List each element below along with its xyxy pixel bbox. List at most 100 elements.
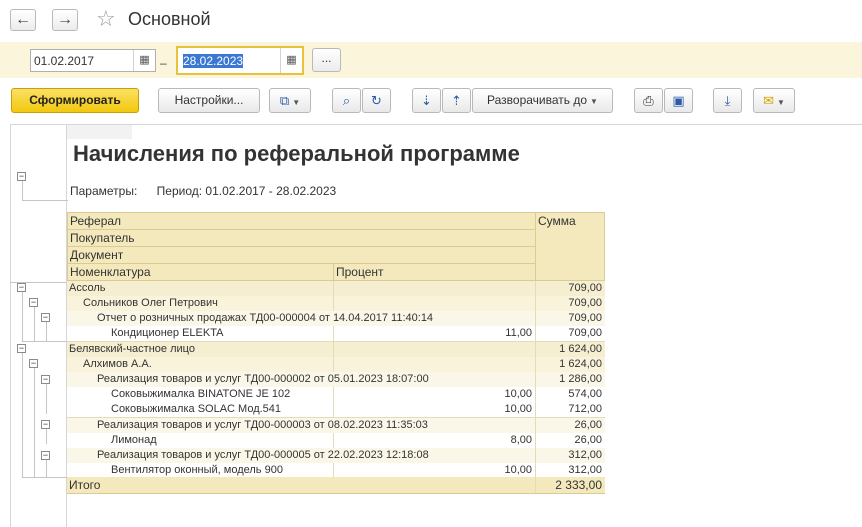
- find-next-icon: ↻: [371, 93, 382, 108]
- date-to-field[interactable]: 28.02.2023 ▦: [176, 46, 304, 75]
- collapse-groups-button[interactable]: ⇡: [442, 88, 471, 113]
- header-buyer: Покупатель: [67, 229, 536, 247]
- row-sum: 1 624,00: [535, 342, 605, 357]
- table-row[interactable]: Лимонад 8,00 26,00: [67, 433, 605, 449]
- header-percent: Процент: [333, 263, 536, 281]
- save-icon: ⤓: [724, 93, 731, 108]
- row-name: Сольников Олег Петрович: [83, 297, 218, 309]
- window-title: Основной: [128, 9, 211, 29]
- date-from-field[interactable]: 01.02.2017 ▦: [30, 49, 156, 72]
- table-row[interactable]: Соковыжималка SOLAC Мод.541 10,00 712,00: [67, 402, 605, 418]
- expand-to-label: Разворачивать до: [487, 93, 588, 107]
- table-row[interactable]: Кондиционер ELEKTA 11,00 709,00: [67, 326, 605, 342]
- row-sum: 1 286,00: [535, 372, 605, 387]
- table-row[interactable]: Соковыжималка BINATONE JE 102 10,00 574,00: [67, 387, 605, 403]
- expand-to-button[interactable]: Разворачивать до ▼: [472, 88, 613, 113]
- collapse-toggle-icon[interactable]: −: [41, 375, 50, 384]
- chevron-down-icon: ▼: [776, 98, 785, 107]
- row-sum: 709,00: [535, 296, 605, 311]
- tree-line: [34, 368, 35, 477]
- save-button[interactable]: ⤓: [713, 88, 742, 113]
- window-titlebar: ← → ☆ Основной: [0, 0, 862, 40]
- generate-button[interactable]: Сформировать: [11, 88, 139, 113]
- row-percent: 11,00: [333, 326, 535, 341]
- chevron-down-icon: ▼: [590, 97, 598, 106]
- calendar-icon[interactable]: ▦: [133, 50, 155, 71]
- mail-icon: ✉: [763, 93, 774, 108]
- print-preview-button[interactable]: ▣: [664, 88, 693, 113]
- row-name: Кондиционер ELEKTA: [111, 327, 224, 339]
- table-row[interactable]: Алхимов А.А. 1 624,00: [67, 357, 605, 373]
- row-name: Соковыжималка SOLAC Мод.541: [111, 403, 282, 415]
- table-row[interactable]: Сольников Олег Петрович 709,00: [67, 296, 605, 312]
- tree-line: [22, 341, 68, 342]
- params-value: Период: 01.02.2017 - 28.02.2023: [156, 184, 337, 198]
- row-name: Реализация товаров и услуг ТД00-000005 о…: [97, 449, 429, 461]
- period-separator: –: [160, 56, 167, 70]
- tree-line: [46, 322, 47, 341]
- find-next-button[interactable]: ↻: [362, 88, 391, 113]
- row-name: Лимонад: [111, 434, 157, 446]
- row-name: Ассоль: [69, 282, 106, 294]
- total-label: Итого: [69, 478, 101, 492]
- report-title: Начисления по реферальной программе: [73, 141, 520, 166]
- row-name: Отчет о розничных продажах ТД00-000004 о…: [97, 312, 434, 324]
- group-collapse-icon: ⇡: [451, 93, 462, 108]
- back-button[interactable]: ←: [10, 9, 36, 31]
- print-icon: ⎙: [643, 93, 654, 108]
- arrow-right-icon: →: [57, 11, 73, 28]
- row-name: Вентилятор оконный, модель 900: [111, 464, 283, 476]
- calendar-icon[interactable]: ▦: [280, 48, 302, 73]
- table-row[interactable]: Реализация товаров и услуг ТД00-000003 о…: [67, 418, 605, 434]
- tree-line: [22, 353, 23, 477]
- tree-line: [22, 477, 68, 478]
- collapse-toggle-icon[interactable]: −: [17, 172, 26, 181]
- table-row[interactable]: Реализация товаров и услуг ТД00-000002 о…: [67, 372, 605, 388]
- row-percent: [333, 281, 535, 296]
- cell-cursor: [67, 125, 132, 139]
- send-mail-button[interactable]: ✉ ▼: [753, 88, 795, 113]
- table-row[interactable]: Белявский-частное лицо 1 624,00: [67, 342, 605, 358]
- params-label: Параметры:: [70, 184, 138, 198]
- settings-button[interactable]: Настройки...: [158, 88, 260, 113]
- print-button[interactable]: ⎙: [634, 88, 663, 113]
- row-percent: [333, 342, 535, 357]
- print-preview-icon: ▣: [672, 93, 685, 108]
- collapse-toggle-icon[interactable]: −: [29, 359, 38, 368]
- header-referral: Реферал: [67, 212, 536, 230]
- row-percent: [333, 357, 535, 372]
- favorite-star-icon[interactable]: ☆: [96, 7, 116, 31]
- expand-groups-button[interactable]: ⇣: [412, 88, 441, 113]
- table-row[interactable]: Реализация товаров и услуг ТД00-000005 о…: [67, 448, 605, 464]
- row-sum: 1 624,00: [535, 357, 605, 372]
- forward-button[interactable]: →: [52, 9, 78, 31]
- row-percent: 10,00: [333, 387, 535, 402]
- collapse-toggle-icon[interactable]: −: [41, 420, 50, 429]
- header-document: Документ: [67, 246, 536, 264]
- table-row[interactable]: Ассоль 709,00: [67, 281, 605, 297]
- row-sum: 709,00: [535, 281, 605, 296]
- tree-line: [46, 460, 47, 477]
- total-sum: 2 333,00: [535, 477, 605, 493]
- row-sum: 26,00: [535, 418, 605, 433]
- row-name: Соковыжималка BINATONE JE 102: [111, 388, 291, 400]
- collapse-toggle-icon[interactable]: −: [29, 298, 38, 307]
- choose-period-button[interactable]: ...: [312, 48, 341, 72]
- row-sum: 709,00: [535, 326, 605, 341]
- collapse-toggle-icon[interactable]: −: [17, 344, 26, 353]
- header-sum: Сумма: [535, 212, 605, 281]
- collapse-toggle-icon[interactable]: −: [41, 313, 50, 322]
- report-params: Параметры: Период: 01.02.2017 - 28.02.20…: [70, 184, 336, 198]
- tree-line: [46, 429, 47, 444]
- search-button[interactable]: ⌕: [332, 88, 361, 113]
- total-row[interactable]: Итого 2 333,00: [67, 477, 605, 494]
- header-item: Номенклатура: [67, 263, 334, 281]
- tree-line: [22, 292, 23, 341]
- search-icon: ⌕: [342, 93, 351, 108]
- collapse-toggle-icon[interactable]: −: [17, 283, 26, 292]
- row-percent: 10,00: [333, 463, 535, 478]
- row-sum: 312,00: [535, 448, 605, 463]
- collapse-toggle-icon[interactable]: −: [41, 451, 50, 460]
- variant-button[interactable]: ⧉ ▼: [269, 88, 311, 113]
- table-row[interactable]: Отчет о розничных продажах ТД00-000004 о…: [67, 311, 605, 327]
